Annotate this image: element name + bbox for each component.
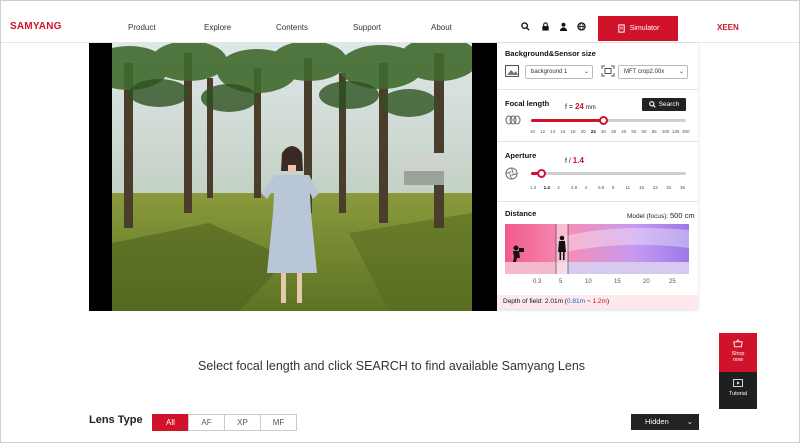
focal-tick[interactable]: 16 xyxy=(560,129,565,134)
hidden-select[interactable]: Hidden ⌄ xyxy=(631,414,699,430)
focal-tick[interactable]: 18 xyxy=(571,129,576,134)
distance-scene xyxy=(505,224,689,274)
aperture-tick[interactable]: 1.2 xyxy=(530,185,536,190)
focal-tick[interactable]: 300 xyxy=(682,129,690,134)
focal-tick[interactable]: 20 xyxy=(581,129,586,134)
shop-now-button[interactable]: Shop now xyxy=(719,333,757,372)
focal-slider-fill xyxy=(531,119,603,122)
aperture-tick[interactable]: 36 xyxy=(680,185,685,190)
aperture-icon xyxy=(505,167,518,180)
aperture-tick[interactable]: 4 xyxy=(585,185,588,190)
dof-far: 1.2m xyxy=(592,298,607,305)
aperture-tick[interactable]: 5.6 xyxy=(598,185,604,190)
aperture-tick[interactable]: 2.8 xyxy=(571,185,577,190)
model-focus-readout: Model (focus): 500 cm xyxy=(627,211,695,220)
simulation-preview xyxy=(89,43,497,311)
simulator-button[interactable]: Simulator xyxy=(598,16,678,41)
focal-tick[interactable]: 10 xyxy=(530,129,535,134)
distance-tick: 10 xyxy=(585,279,592,285)
aperture-slider-knob[interactable] xyxy=(537,169,546,178)
focal-tick[interactable]: 40 xyxy=(621,129,626,134)
header: SAMYANG Product Explore Contents Support… xyxy=(1,1,799,43)
tutorial-button[interactable]: Tutorial xyxy=(719,372,757,409)
divider xyxy=(497,89,698,90)
sensor-icon xyxy=(601,65,615,77)
aperture-tick[interactable]: 2 xyxy=(557,185,560,190)
aperture-value: 1.4 xyxy=(572,156,584,165)
basket-icon xyxy=(733,339,743,348)
tab-mf[interactable]: MF xyxy=(260,414,297,431)
shop-now-label: Shop now xyxy=(731,351,745,364)
focal-tick[interactable]: 30 xyxy=(601,129,606,134)
aperture-title: Aperture xyxy=(505,151,537,160)
aperture-tick[interactable]: 11 xyxy=(625,185,630,190)
nav-contents[interactable]: Contents xyxy=(276,23,308,32)
focal-tick[interactable]: 24 xyxy=(591,129,596,134)
tutorial-label: Tutorial xyxy=(728,391,748,397)
sensor-select[interactable]: MFT crop2.00x ⌄ xyxy=(618,65,688,79)
simulator-icon xyxy=(618,24,625,33)
globe-icon[interactable] xyxy=(577,22,586,31)
focal-tick[interactable]: 85 xyxy=(652,129,657,134)
lens-type-label: Lens Type xyxy=(89,414,143,426)
focal-tick[interactable]: 12 xyxy=(540,129,545,134)
page: SAMYANG Product Explore Contents Support… xyxy=(0,0,800,443)
focal-tick[interactable]: 50 xyxy=(631,129,636,134)
distance-tick: 5 xyxy=(559,279,563,285)
chevron-down-icon: ⌄ xyxy=(686,417,693,426)
focal-length-title: Focal length xyxy=(505,99,550,108)
aperture-tick[interactable]: 1.4 xyxy=(544,185,550,190)
background-select[interactable]: background 1 ⌄ xyxy=(525,65,593,79)
depth-of-field: Depth of field: 2.01m (0.81m ~ 1.2m) xyxy=(497,295,698,309)
divider xyxy=(497,201,698,202)
focal-tick[interactable]: 35 xyxy=(611,129,616,134)
settings-panel: Background&Sensor size background 1 ⌄ MFT… xyxy=(497,43,698,309)
distance-tick: 15 xyxy=(614,279,621,285)
tab-all[interactable]: All xyxy=(152,414,189,431)
aperture-tick[interactable]: 32 xyxy=(666,185,671,190)
preview-image xyxy=(89,43,497,311)
xeen-link[interactable]: XEEN xyxy=(717,23,739,32)
search-icon[interactable] xyxy=(521,22,530,31)
distance-tick: 0.3 xyxy=(533,279,542,285)
focal-readout: f = 24 mm xyxy=(565,102,596,111)
nav-product[interactable]: Product xyxy=(128,23,156,32)
nav-support[interactable]: Support xyxy=(353,23,381,32)
dof-near: 0.81m xyxy=(566,298,586,305)
lock-icon[interactable] xyxy=(541,22,550,31)
tab-xp[interactable]: XP xyxy=(224,414,261,431)
focal-tick[interactable]: 14 xyxy=(550,129,555,134)
lens-icon xyxy=(505,115,521,125)
focal-slider-knob[interactable] xyxy=(599,116,608,125)
nav-explore[interactable]: Explore xyxy=(204,23,231,32)
aperture-tick[interactable]: 22 xyxy=(653,185,658,190)
divider xyxy=(497,141,698,142)
aperture-tick[interactable]: 8 xyxy=(612,185,615,190)
tab-af[interactable]: AF xyxy=(188,414,225,431)
play-icon xyxy=(733,379,743,387)
instruction-text: Select focal length and click SEARCH to … xyxy=(198,359,586,373)
distance-tick: 20 xyxy=(643,279,650,285)
aperture-readout: f / 1.4 xyxy=(565,156,584,165)
user-icon[interactable] xyxy=(559,22,568,31)
distance-visual[interactable] xyxy=(505,224,689,274)
distance-title: Distance xyxy=(505,209,537,218)
image-icon xyxy=(505,65,519,77)
background-sensor-title: Background&Sensor size xyxy=(505,49,596,58)
focal-tick[interactable]: 135 xyxy=(672,129,680,134)
aperture-tick[interactable]: 16 xyxy=(639,185,644,190)
samyang-logo[interactable]: SAMYANG xyxy=(10,21,62,32)
distance-tick: 25 xyxy=(669,279,676,285)
focal-tick[interactable]: 100 xyxy=(662,129,670,134)
simulator-label: Simulator xyxy=(629,25,660,32)
focal-value: 24 xyxy=(574,102,584,111)
nav-about[interactable]: About xyxy=(431,23,452,32)
search-icon xyxy=(648,101,656,108)
focal-tick[interactable]: 60 xyxy=(641,129,646,134)
search-button[interactable]: Search xyxy=(642,98,686,111)
aperture-slider-track[interactable] xyxy=(531,172,686,175)
